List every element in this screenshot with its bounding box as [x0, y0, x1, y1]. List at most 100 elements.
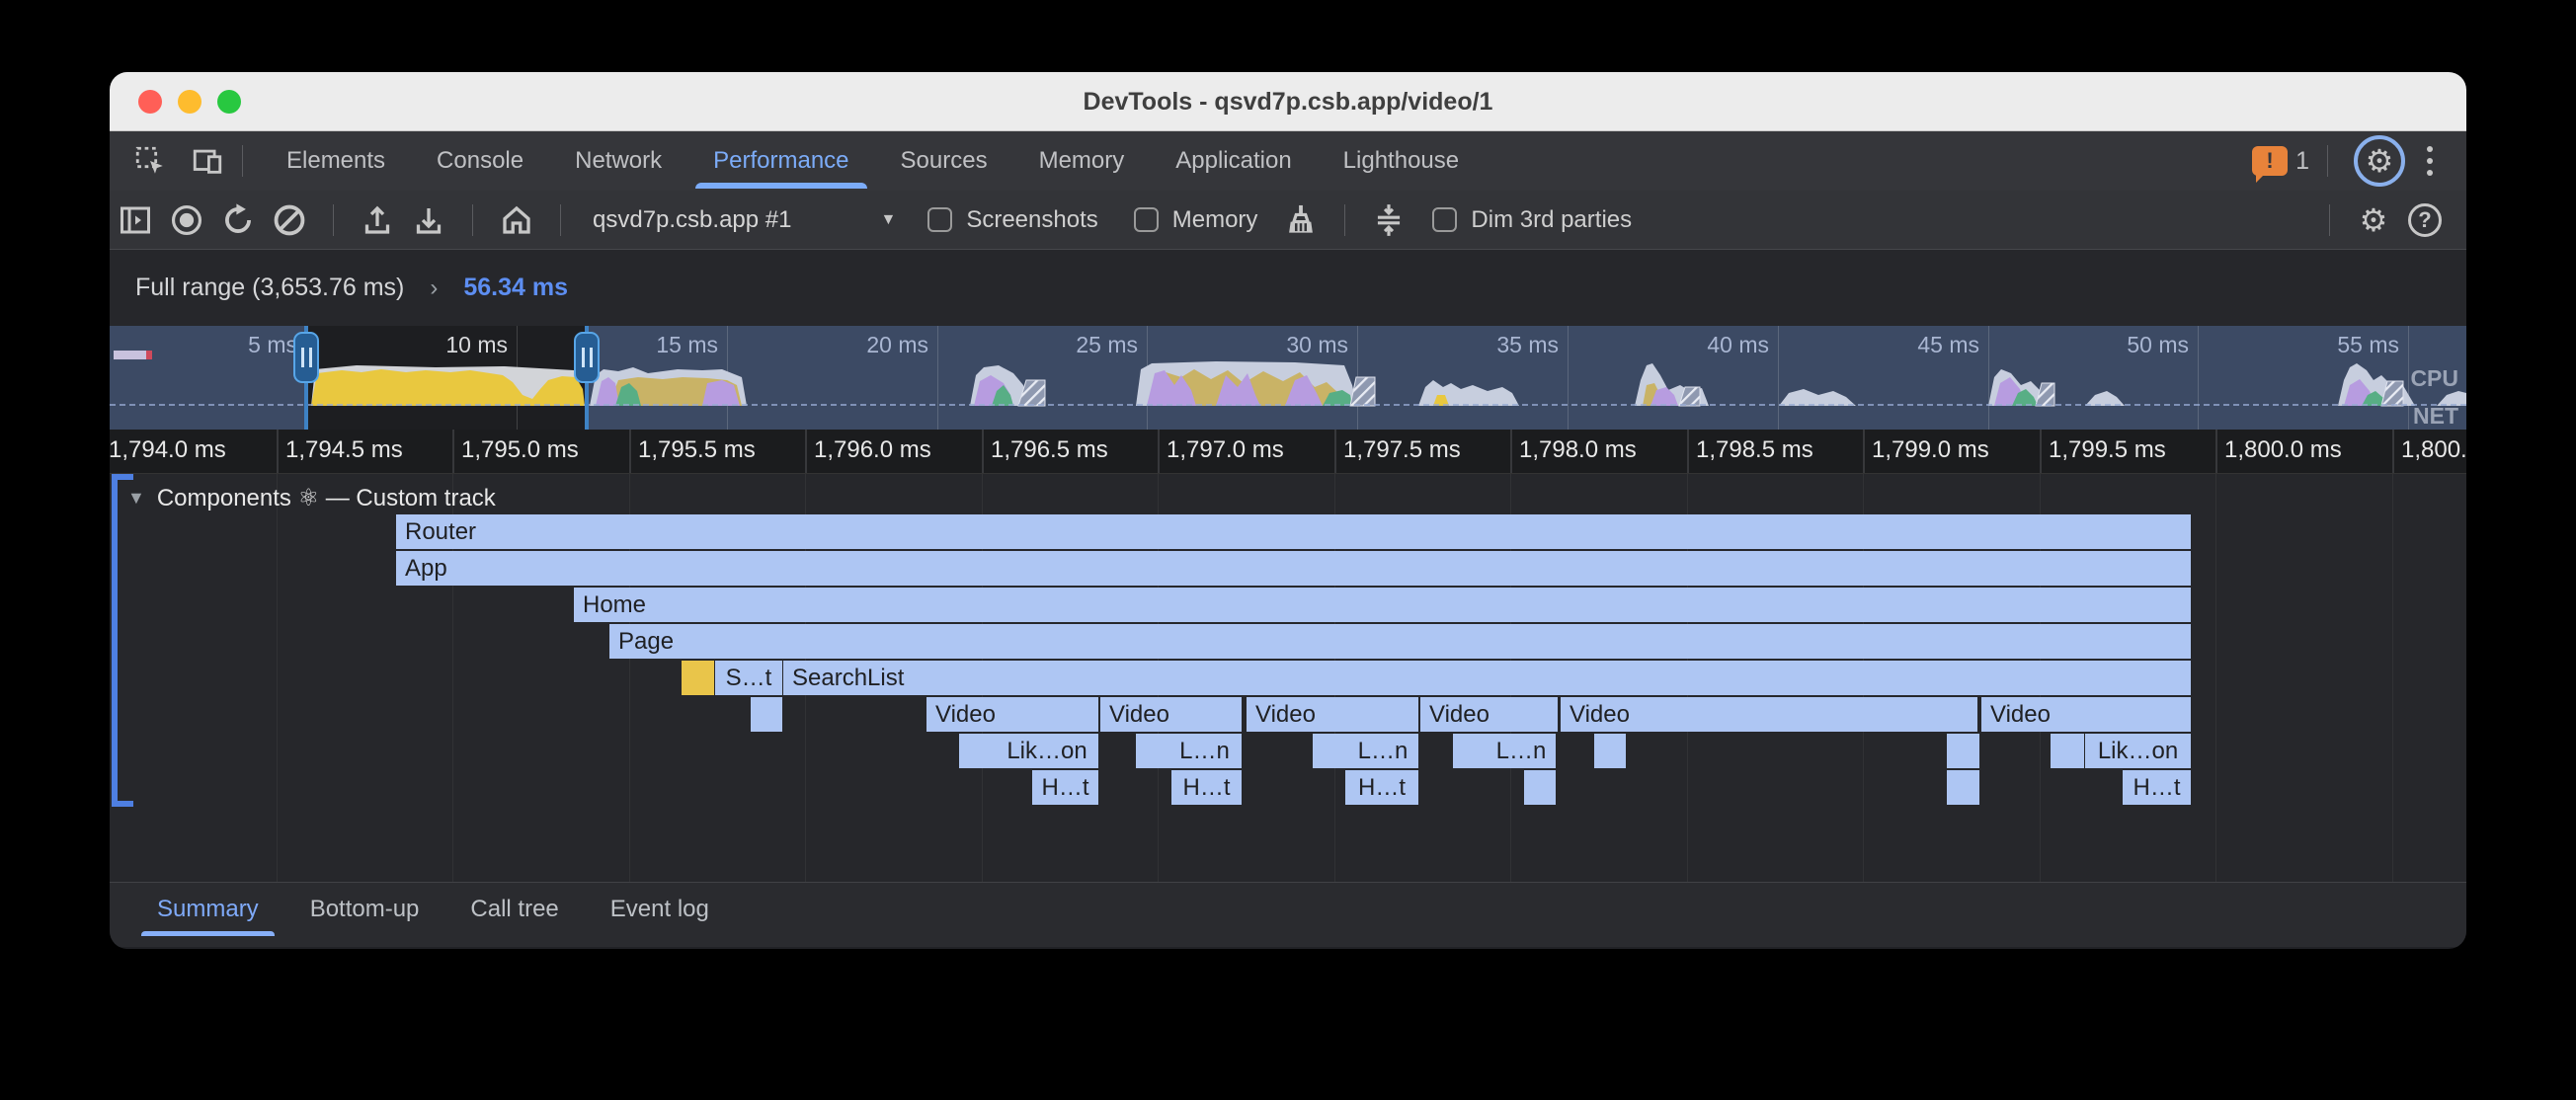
memory-checkbox[interactable]: Memory: [1134, 206, 1258, 234]
minimap-tick-label: 35 ms: [1496, 332, 1568, 358]
flame-bar[interactable]: [682, 661, 714, 695]
flame-bar-home[interactable]: Home: [574, 588, 2191, 622]
timeline-tick: [1510, 430, 1512, 473]
timeline-tick: [2040, 430, 2042, 473]
screenshots-checkbox[interactable]: Screenshots: [927, 206, 1097, 234]
home-icon[interactable]: [497, 200, 536, 240]
flame-bar-ln[interactable]: L…n: [1487, 734, 1556, 768]
flame-bar-video[interactable]: Video: [1561, 697, 1977, 732]
clear-recording-icon[interactable]: [270, 200, 309, 240]
components-track-header[interactable]: ▼ Components ⚛ — Custom track: [127, 484, 496, 512]
range-breadcrumb: Full range (3,653.76 ms) › 56.34 ms: [110, 250, 2466, 326]
flame-bar[interactable]: [1136, 734, 1167, 768]
collect-garbage-icon[interactable]: [1281, 200, 1321, 240]
checkbox-label: Memory: [1172, 206, 1258, 234]
timeline-tick: [629, 430, 631, 473]
flame-bar-ht[interactable]: H…t: [1171, 770, 1242, 805]
details-tab-bottom-up[interactable]: Bottom-up: [284, 883, 445, 936]
flame-bar-ht[interactable]: H…t: [2123, 770, 2191, 805]
tab-application[interactable]: Application: [1150, 131, 1317, 191]
issues-counter[interactable]: ! 1: [2252, 146, 2309, 176]
flame-chart-area[interactable]: ▼ Components ⚛ — Custom track RouterAppH…: [110, 474, 2466, 882]
flame-bar[interactable]: [1313, 734, 1347, 768]
issues-count: 1: [2295, 147, 2309, 176]
timeline-tick-label: 1,795.0 ms: [461, 436, 579, 464]
flame-bar-video[interactable]: Video: [1247, 697, 1418, 732]
flame-bar[interactable]: [1594, 734, 1626, 768]
flame-bar-video[interactable]: Video: [1420, 697, 1558, 732]
tab-performance[interactable]: Performance: [687, 131, 874, 191]
selection-right-handle[interactable]: [574, 332, 600, 383]
reload-and-record-icon[interactable]: [218, 200, 258, 240]
divider: [1344, 204, 1345, 236]
toggle-sidebar-icon[interactable]: [116, 200, 155, 240]
timeline-tick: [1687, 430, 1689, 473]
minimap-tick-label: 30 ms: [1286, 332, 1357, 358]
timeline-overview-minimap[interactable]: 5 ms10 ms15 ms20 ms25 ms30 ms35 ms40 ms4…: [110, 326, 2466, 430]
flame-bar-video[interactable]: Video: [1981, 697, 2191, 732]
timeline-tick-label: 1,800.0 ms: [2224, 436, 2342, 464]
tab-memory[interactable]: Memory: [1013, 131, 1151, 191]
flame-bar-likon[interactable]: Lik…on: [996, 734, 1098, 768]
flame-bar-app[interactable]: App: [396, 551, 2191, 586]
save-profile-icon[interactable]: [409, 200, 448, 240]
flame-bar[interactable]: [751, 697, 782, 732]
settings-focus-ring[interactable]: ⚙: [2354, 135, 2405, 187]
flame-bar[interactable]: [1524, 770, 1556, 805]
flame-bar-page[interactable]: Page: [609, 624, 2191, 659]
issues-icon: !: [2252, 146, 2288, 176]
inspect-element-icon[interactable]: [133, 144, 167, 178]
timeline-tick-label: 1,799.5 ms: [2049, 436, 2166, 464]
flame-bar-video[interactable]: Video: [926, 697, 1098, 732]
flame-bar-ln[interactable]: L…n: [1347, 734, 1418, 768]
help-icon[interactable]: ?: [2405, 200, 2445, 240]
minimap-tick-label: 10 ms: [445, 332, 517, 358]
target-label: qsvd7p.csb.app #1: [593, 206, 791, 234]
details-tab-event-log[interactable]: Event log: [585, 883, 735, 936]
flame-bar-likon[interactable]: Lik…on: [2085, 734, 2191, 768]
flame-bar[interactable]: [2051, 734, 2084, 768]
toggle-device-toolbar-icon[interactable]: [191, 144, 224, 178]
chevron-right-icon: ›: [430, 275, 438, 302]
selection-left-handle[interactable]: [293, 332, 319, 383]
tab-sources[interactable]: Sources: [875, 131, 1013, 191]
selected-range-breadcrumb[interactable]: 56.34 ms: [463, 274, 568, 302]
tab-lighthouse[interactable]: Lighthouse: [1318, 131, 1485, 191]
target-selector[interactable]: qsvd7p.csb.app #1 ▼: [593, 206, 896, 234]
record-icon[interactable]: [167, 200, 206, 240]
minimap-tick-label: 15 ms: [656, 332, 727, 358]
minimap-tick-label: 50 ms: [2127, 332, 2198, 358]
details-tab-call-tree[interactable]: Call tree: [444, 883, 584, 936]
collapse-track-icon[interactable]: ▼: [127, 488, 145, 509]
macos-title-bar: DevTools - qsvd7p.csb.app/video/1: [110, 72, 2466, 131]
flame-bar-searchlist[interactable]: SearchList: [783, 661, 2191, 695]
tab-elements[interactable]: Elements: [261, 131, 411, 191]
full-range-breadcrumb[interactable]: Full range (3,653.76 ms): [135, 274, 404, 302]
minimap-tick-label: 25 ms: [1076, 332, 1147, 358]
details-tab-summary[interactable]: Summary: [131, 883, 284, 936]
flame-bar-ht[interactable]: H…t: [1032, 770, 1098, 805]
flame-bar-ln[interactable]: L…n: [1167, 734, 1242, 768]
track-selection-bracket: [112, 474, 118, 807]
flame-bar[interactable]: [959, 734, 996, 768]
flame-bar-video[interactable]: Video: [1100, 697, 1242, 732]
window-footer: [110, 936, 2466, 947]
dim-3rd-parties-checkbox[interactable]: Dim 3rd parties: [1432, 206, 1632, 234]
timeline-tick-label: 1,796.0 ms: [814, 436, 931, 464]
timeline-tick-label: 1,795.5 ms: [638, 436, 756, 464]
load-profile-icon[interactable]: [358, 200, 397, 240]
window-title: DevTools - qsvd7p.csb.app/video/1: [110, 72, 2466, 131]
capture-settings-gear-icon[interactable]: ⚙: [2354, 200, 2393, 240]
flame-bar[interactable]: [1947, 734, 1979, 768]
flame-bar-st[interactable]: S…t: [715, 661, 782, 695]
flame-bar[interactable]: [1947, 770, 1979, 805]
tab-console[interactable]: Console: [411, 131, 549, 191]
flame-bar[interactable]: [1453, 734, 1487, 768]
flame-bar-router[interactable]: Router: [396, 514, 2191, 549]
flame-bar-ht[interactable]: H…t: [1345, 770, 1418, 805]
collapse-sanctions-icon[interactable]: [1369, 200, 1409, 240]
divider: [333, 204, 334, 236]
more-options-icon[interactable]: [2413, 146, 2447, 176]
checkbox-label: Screenshots: [966, 206, 1097, 234]
tab-network[interactable]: Network: [549, 131, 687, 191]
